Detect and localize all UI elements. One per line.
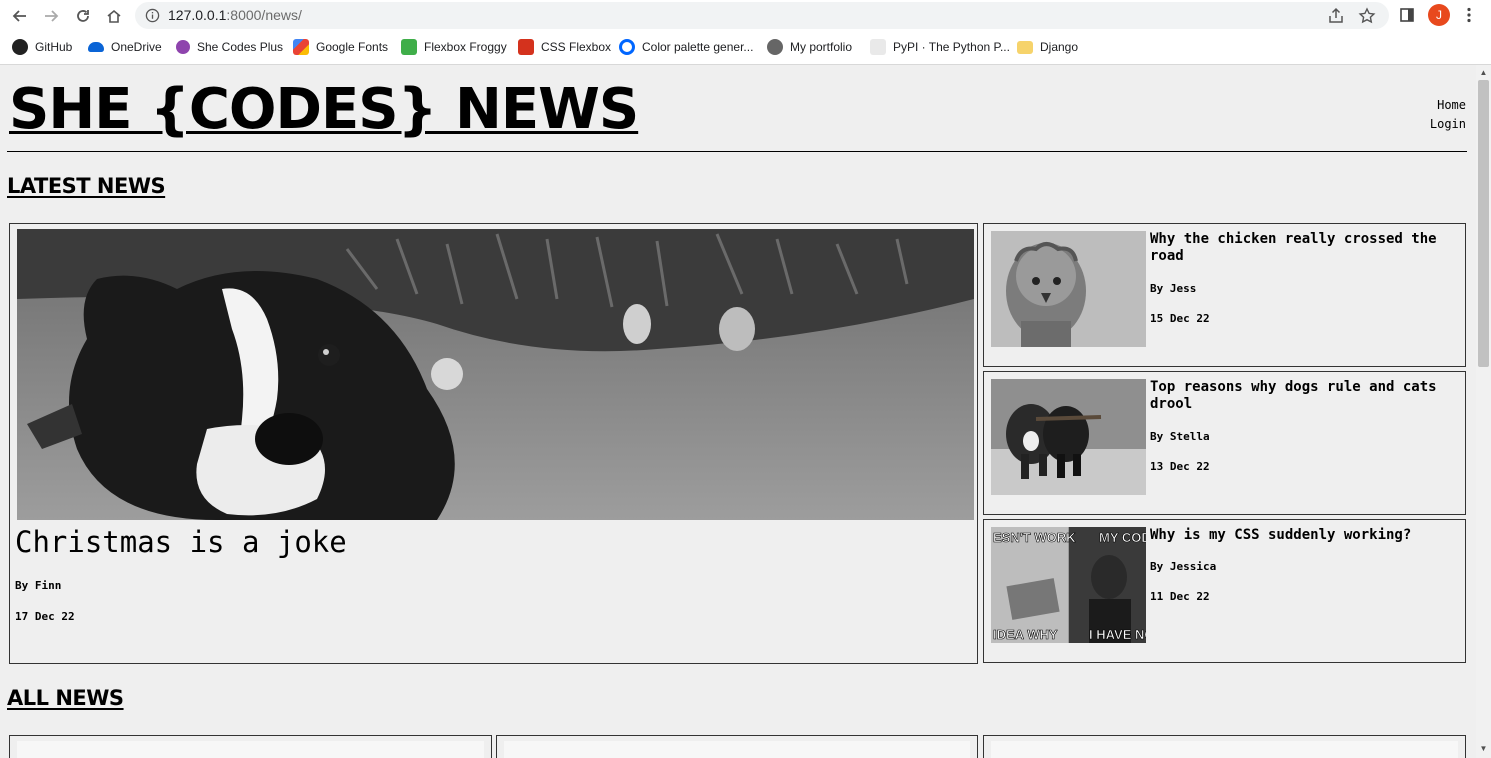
side-story-thumbnail — [991, 379, 1146, 495]
side-story-date: 15 Dec 22 — [1150, 312, 1210, 325]
reload-icon[interactable] — [72, 5, 94, 27]
nav-login-link[interactable]: Login — [1430, 115, 1466, 134]
globe-icon — [767, 39, 783, 55]
bookmark-flexbox-froggy[interactable]: Flexbox Froggy — [401, 38, 507, 56]
all-news-card[interactable] — [983, 735, 1466, 758]
side-story-date: 13 Dec 22 — [1150, 460, 1210, 473]
latest-news-heading: LATEST NEWS — [7, 174, 166, 198]
side-panel-icon[interactable] — [1397, 5, 1417, 25]
side-story-card[interactable]: ESN'T WORK MY CODE IDEA WHY I HAVE NO Wh… — [983, 519, 1466, 663]
meme-text-top-right: MY CODE — [1099, 530, 1146, 545]
onedrive-icon — [88, 42, 104, 52]
forward-icon[interactable] — [40, 5, 62, 27]
bookmark-shecodes[interactable]: She Codes Plus — [176, 38, 283, 56]
all-news-card-image — [504, 741, 970, 758]
site-title[interactable]: SHE {CODES} NEWS — [9, 78, 639, 142]
feature-story-card[interactable]: Christmas is a joke By Finn 17 Dec 22 — [9, 223, 978, 664]
folder-icon — [1017, 40, 1033, 54]
side-story-card[interactable]: Why the chicken really crossed the road … — [983, 223, 1466, 367]
side-story-thumbnail: ESN'T WORK MY CODE IDEA WHY I HAVE NO — [991, 527, 1146, 643]
feature-story-author: By Finn — [15, 579, 62, 592]
bookmark-css-flexbox[interactable]: CSS Flexbox — [518, 38, 611, 56]
profile-avatar[interactable]: J — [1428, 4, 1450, 26]
back-icon[interactable] — [9, 5, 31, 27]
bookmark-my-portfolio[interactable]: My portfolio — [767, 38, 852, 56]
bookmark-django[interactable]: Django — [1017, 38, 1078, 56]
all-news-card[interactable] — [9, 735, 492, 758]
side-story-card[interactable]: Top reasons why dogs rule and cats drool… — [983, 371, 1466, 515]
bookmark-github[interactable]: GitHub — [12, 38, 72, 56]
share-icon[interactable] — [1327, 7, 1345, 25]
shecodes-icon — [176, 40, 190, 54]
browser-toolbar: 127.0.0.1:8000/news/ J GitHub OneDrive S… — [0, 0, 1491, 65]
frog-icon — [401, 39, 417, 55]
feature-story-date: 17 Dec 22 — [15, 610, 75, 623]
address-bar[interactable]: 127.0.0.1:8000/news/ — [135, 2, 1389, 29]
url-text: 127.0.0.1:8000/news/ — [168, 7, 302, 23]
github-icon — [12, 39, 28, 55]
feature-story-image — [17, 229, 974, 520]
page-content: SHE {CODES} NEWS Home Login LATEST NEWS — [0, 65, 1476, 758]
side-story-title[interactable]: Why is my CSS suddenly working? — [1150, 527, 1455, 544]
google-fonts-icon — [293, 39, 309, 55]
site-info-icon[interactable] — [145, 8, 160, 23]
pypi-icon — [870, 39, 886, 55]
scrollbar-thumb[interactable] — [1478, 80, 1489, 367]
all-news-heading: ALL NEWS — [7, 686, 124, 710]
menu-kebab-icon[interactable] — [1459, 5, 1479, 25]
side-story-author: By Jess — [1150, 282, 1197, 295]
bookmark-google-fonts[interactable]: Google Fonts — [293, 38, 388, 56]
fb-icon — [518, 39, 534, 55]
bookmark-onedrive[interactable]: OneDrive — [88, 38, 162, 56]
all-news-card-image — [991, 741, 1458, 758]
bookmark-color-palette[interactable]: Color palette gener... — [619, 38, 753, 56]
meme-text-bottom-right: I HAVE NO — [1089, 627, 1146, 642]
coolors-icon — [619, 39, 635, 55]
scroll-up-arrow-icon[interactable]: ▲ — [1479, 69, 1488, 77]
side-story-thumbnail — [991, 231, 1146, 347]
all-news-card[interactable] — [496, 735, 978, 758]
all-news-card-image — [17, 741, 484, 758]
home-icon[interactable] — [103, 5, 125, 27]
scroll-down-arrow-icon[interactable]: ▼ — [1479, 745, 1488, 753]
top-nav: Home Login — [1430, 96, 1466, 134]
meme-text-top-left: ESN'T WORK — [993, 530, 1076, 545]
side-story-title[interactable]: Top reasons why dogs rule and cats drool — [1150, 379, 1455, 413]
nav-home-link[interactable]: Home — [1430, 96, 1466, 115]
side-story-author: By Stella — [1150, 430, 1210, 443]
bookmark-pypi[interactable]: PyPI · The Python P... — [870, 38, 1010, 56]
side-story-author: By Jessica — [1150, 560, 1217, 573]
side-story-title[interactable]: Why the chicken really crossed the road — [1150, 231, 1455, 265]
meme-text-bottom-left: IDEA WHY — [993, 627, 1058, 642]
side-story-date: 11 Dec 22 — [1150, 590, 1210, 603]
page-scrollbar[interactable]: ▲ ▼ — [1476, 65, 1491, 758]
bookmark-star-icon[interactable] — [1358, 7, 1376, 25]
feature-story-title[interactable]: Christmas is a joke — [15, 525, 347, 559]
bookmarks-bar: GitHub OneDrive She Codes Plus Google Fo… — [0, 36, 1491, 58]
header-divider — [7, 151, 1467, 152]
